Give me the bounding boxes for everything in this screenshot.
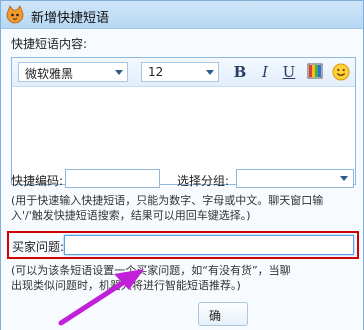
- chevron-down-icon: [340, 176, 348, 181]
- font-size-select[interactable]: 12: [141, 62, 219, 82]
- cat-logo-icon: [5, 5, 25, 25]
- shortcut-hint-line2: 入'/'触发快捷短语搜索，结果可以用回车键选择。): [11, 209, 251, 222]
- bold-button[interactable]: B: [231, 63, 249, 81]
- dialog-window: 新增快捷短语 快捷短语内容: 微软雅黑 12 B I U 快捷编码: 选择分组:…: [0, 0, 364, 330]
- window-title: 新增快捷短语: [31, 11, 110, 26]
- italic-button[interactable]: I: [256, 63, 274, 81]
- buyer-hint-line1: (可以为该条短语设置一个买家问题，如“有没有货”，当聊: [11, 264, 291, 277]
- underline-button[interactable]: U: [280, 63, 298, 81]
- group-label: 选择分组:: [177, 174, 230, 188]
- font-size-value: 12: [148, 65, 164, 79]
- confirm-button[interactable]: 确: [198, 302, 248, 326]
- confirm-button-label: 确: [209, 309, 222, 323]
- chevron-down-icon: [115, 70, 123, 75]
- buyer-hint-line2: 出现类似问题时，机器人将进行智能短语推荐。): [11, 279, 241, 292]
- content-label: 快捷短语内容:: [11, 37, 88, 51]
- font-family-select[interactable]: 微软雅黑: [18, 62, 128, 82]
- shortcut-hint-line1: (用于快速输入快捷短语，只能为数字、字母或中文。聊天窗口输: [11, 194, 324, 207]
- dialog-content: 快捷短语内容: 微软雅黑 12 B I U 快捷编码: 选择分组: (用于快速输…: [1, 30, 363, 330]
- title-bar: 新增快捷短语: [1, 1, 363, 29]
- font-family-value: 微软雅黑: [25, 67, 74, 81]
- phrase-editor: 微软雅黑 12 B I U: [11, 57, 356, 185]
- color-palette-icon[interactable]: [306, 63, 324, 81]
- shortcut-code-input[interactable]: [65, 169, 160, 188]
- group-select[interactable]: [236, 169, 354, 188]
- buyer-question-label: 买家问题:: [12, 240, 65, 254]
- smiley-icon[interactable]: [332, 63, 350, 81]
- buyer-question-input[interactable]: [64, 235, 354, 255]
- shortcut-code-label: 快捷编码:: [11, 174, 64, 188]
- chevron-down-icon: [206, 70, 214, 75]
- editor-toolbar: 微软雅黑 12 B I U: [12, 58, 355, 87]
